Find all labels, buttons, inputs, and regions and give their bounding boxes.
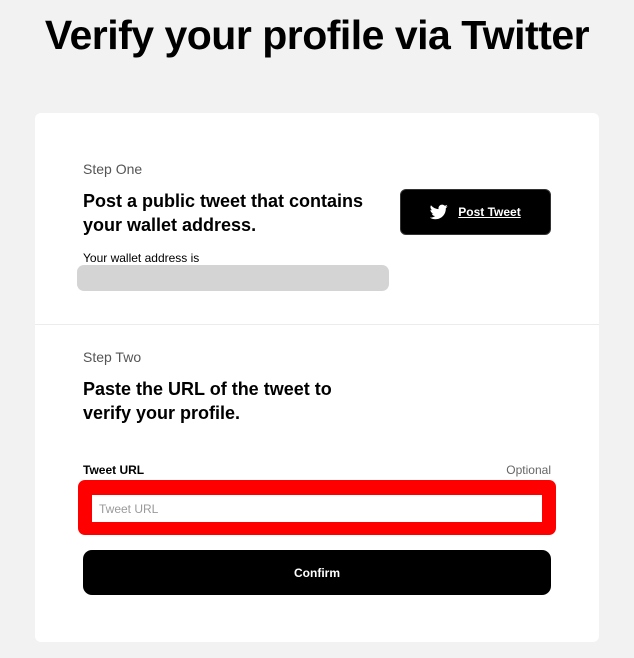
confirm-button[interactable]: Confirm xyxy=(83,550,551,595)
optional-label: Optional xyxy=(506,463,551,477)
wallet-address-value xyxy=(77,265,389,291)
verify-card: Step One Post a public tweet that contai… xyxy=(35,113,599,642)
post-tweet-label: Post Tweet xyxy=(458,205,521,219)
step-two-heading-line2: verify your profile. xyxy=(83,403,241,423)
step-one-label: Step One xyxy=(83,161,143,177)
tweet-url-label: Tweet URL xyxy=(83,463,145,477)
wallet-address-label: Your wallet address is xyxy=(83,251,200,265)
step-one-heading: Post a public tweet that contains your w… xyxy=(83,189,363,237)
twitter-bird-icon xyxy=(430,204,448,220)
step-two-heading-line1: Paste the URL of the tweet to xyxy=(83,379,332,399)
step-one-heading-line2: your wallet address. xyxy=(83,215,257,235)
step-two-label: Step Two xyxy=(83,349,142,365)
tweet-url-input[interactable] xyxy=(92,495,542,522)
step-divider xyxy=(35,324,599,325)
step-two-heading: Paste the URL of the tweet to verify you… xyxy=(83,377,332,425)
step-one-heading-line1: Post a public tweet that contains xyxy=(83,191,364,211)
post-tweet-button[interactable]: Post Tweet xyxy=(400,189,551,235)
page-title: Verify your profile via Twitter xyxy=(44,12,590,58)
